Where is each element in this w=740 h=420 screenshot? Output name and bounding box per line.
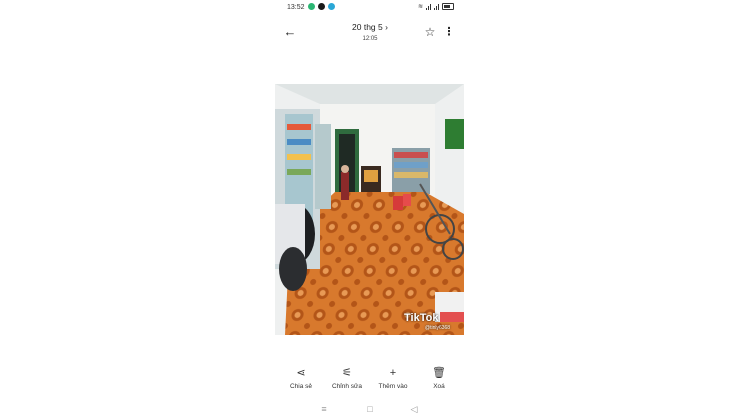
share-label: Chia sẻ <box>289 383 313 390</box>
status-bar: 13:52 ≋ <box>278 0 462 16</box>
tiktok-username: @tinly6368 <box>425 325 451 331</box>
battery-icon <box>442 3 454 10</box>
add-icon: + <box>389 367 397 379</box>
back-arrow-icon[interactable]: ← <box>282 24 298 40</box>
signal-icon <box>426 3 431 10</box>
delete-label: Xoá <box>433 383 445 390</box>
photo-image[interactable] <box>275 84 464 335</box>
edit-label: Chỉnh sửa <box>331 383 362 390</box>
system-status-icons: ≋ <box>418 3 454 10</box>
photo-time: 12:05 <box>362 36 378 42</box>
top-app-bar: ← 20 thg 5 › 12:05 ☆ ⋮ <box>278 18 462 50</box>
edit-icon: ⚟ <box>342 367 352 379</box>
recents-icon[interactable]: ≡ <box>314 402 334 416</box>
system-navigation-bar: ≡ □ ◁ <box>278 400 462 418</box>
status-time: 13:52 <box>287 4 305 11</box>
tiktok-watermark: TikTok <box>404 312 439 324</box>
photo-viewer-screen: 13:52 ≋ ← 20 thg 5 › 12:05 ☆ ⋮ ⋖ Chia sẻ… <box>275 0 464 420</box>
wifi-icon: ≋ <box>417 4 423 10</box>
share-button[interactable]: ⋖ Chia sẻ <box>278 366 324 390</box>
add-to-button[interactable]: + Thêm vào <box>370 366 416 390</box>
photo-date[interactable]: 20 thg 5 › <box>328 22 412 32</box>
home-icon[interactable]: □ <box>360 402 380 416</box>
favorite-star-icon[interactable]: ☆ <box>422 24 438 40</box>
bottom-action-bar: ⋖ Chia sẻ ⚟ Chỉnh sửa + Thêm vào 🗑 Xoá <box>278 366 462 396</box>
signal-icon <box>434 3 439 10</box>
app-icon <box>328 3 335 10</box>
shop-interior-photo <box>275 84 464 335</box>
back-triangle-icon[interactable]: ◁ <box>404 402 424 416</box>
app-icon <box>308 3 315 10</box>
edit-button[interactable]: ⚟ Chỉnh sửa <box>324 366 370 390</box>
delete-button[interactable]: 🗑 Xoá <box>416 366 462 390</box>
more-options-icon[interactable]: ⋮ <box>442 24 456 40</box>
delete-icon: 🗑 <box>432 367 446 379</box>
add-to-label: Thêm vào <box>378 383 408 390</box>
facebook-icon <box>318 3 325 10</box>
share-icon: ⋖ <box>296 367 306 379</box>
notification-icons <box>308 3 335 10</box>
